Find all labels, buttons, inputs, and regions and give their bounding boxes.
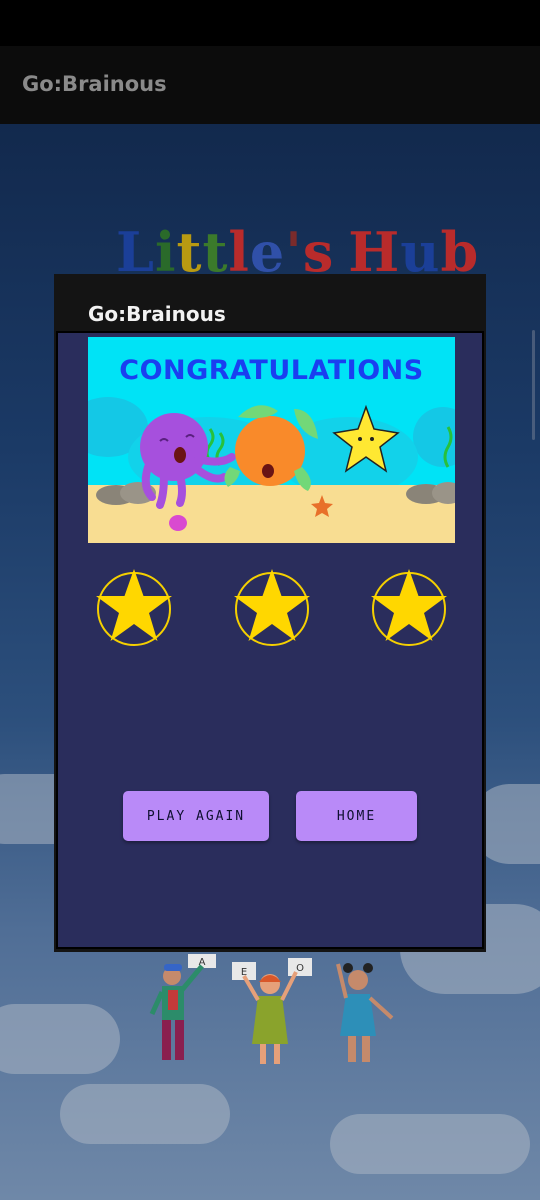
play-again-button[interactable]: PLAY AGAIN [123, 791, 269, 841]
result-dialog: Go:Brainous CONGRATULATIONS PLAY AGAIN H… [54, 274, 486, 952]
star-icon [96, 569, 172, 646]
scrollbar[interactable] [532, 330, 535, 440]
cloud [0, 1004, 120, 1074]
dialog-title: Go:Brainous [88, 302, 226, 326]
congratulations-text: CONGRATULATIONS [119, 355, 424, 386]
star-2 [232, 569, 312, 649]
star-3 [369, 569, 449, 649]
status-bar [0, 0, 540, 46]
dialog-body: CONGRATULATIONS PLAY AGAIN HOME [56, 331, 484, 949]
star-icon [371, 569, 447, 646]
sign-letter: O [296, 963, 304, 974]
congratulations-banner: CONGRATULATIONS [88, 337, 455, 543]
star-1 [94, 569, 174, 649]
app-title: Go:Brainous [22, 72, 167, 96]
home-button[interactable]: HOME [296, 791, 417, 841]
kids-illustration: A E O [149, 954, 394, 1064]
cloud [60, 1084, 230, 1144]
cloud [330, 1114, 530, 1174]
star-icon [234, 569, 310, 646]
app-bar: Go:Brainous [0, 46, 540, 124]
